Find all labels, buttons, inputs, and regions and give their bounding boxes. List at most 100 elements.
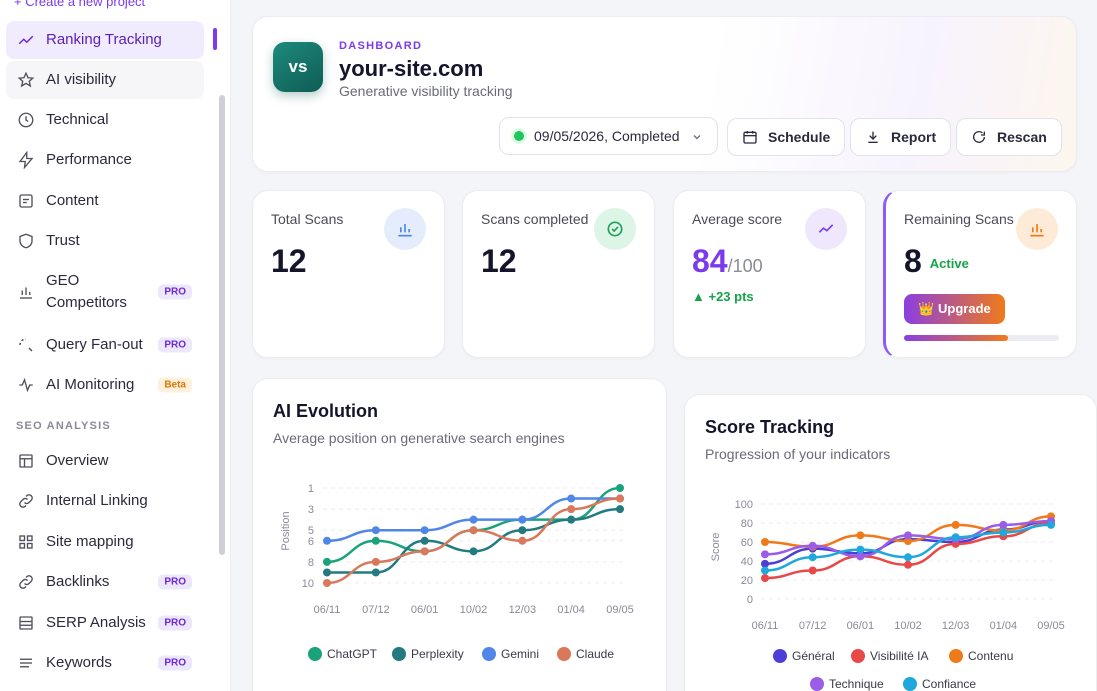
legend-marker [810,677,824,691]
score-delta: ▲ +23 pts [692,289,754,304]
rescan-button[interactable]: Rescan [956,118,1062,156]
usage-bar-track [904,335,1059,341]
stat-label: Total Scans [271,211,344,227]
legend-marker [392,647,406,661]
bolt-icon [16,150,36,170]
data-point [567,505,576,514]
data-point [469,547,478,556]
y-tick-label: 3 [308,504,314,516]
sidebar-item-label: Internal Linking [46,492,148,509]
y-tick-label: 8 [308,557,314,569]
sidebar-item-label: Backlinks [46,573,110,590]
x-tick-label: 12/03 [509,604,537,616]
create-project-link[interactable]: + Create a new project [14,0,145,9]
x-tick-label: 09/05 [1037,620,1065,632]
sidebar-item-ai-visibility[interactable]: AI visibility [6,61,204,99]
x-tick-label: 06/11 [752,620,779,632]
data-point [518,526,527,535]
sidebar-item-label: Query Fan-out [46,336,143,353]
x-tick-label: 06/01 [847,620,875,632]
report-button[interactable]: Report [850,118,952,156]
usage-bar-fill [904,335,1008,341]
stat-card-scans-completed: Scans completed 12 [462,190,655,358]
data-point [1047,520,1055,529]
sidebar-item-label: AI Monitoring [46,376,135,393]
rescan-label: Rescan [997,129,1047,145]
data-point [999,520,1008,529]
data-point [420,536,429,545]
sidebar-item-label: Keywords [46,654,112,671]
sidebar-item-content[interactable]: Content [6,182,204,220]
sidebar-item-trust[interactable]: Trust [6,222,204,260]
page-subtitle: Generative visibility tracking [339,83,513,99]
section-title-seo-analysis: SEO ANALYSIS [16,420,111,432]
ai-evolution-card: AI Evolution Average position on generat… [252,378,667,691]
x-tick-label: 12/03 [942,620,970,632]
pro-badge: PRO [158,655,192,671]
x-tick-label: 10/02 [894,620,922,632]
y-tick-label: 100 [735,499,753,511]
x-tick-label: 07/12 [799,620,827,632]
y-axis-label: Score [710,533,722,562]
legend-label: Contenu [968,649,1013,663]
sitemap-icon [16,532,36,552]
data-point [761,550,769,559]
stat-value: 12 [271,243,307,279]
x-tick-label: 01/04 [557,604,585,616]
sidebar-item-site-mapping[interactable]: Site mapping [6,523,204,561]
legend-marker [903,677,917,691]
list-icon [16,653,36,673]
average-score-value: 84/100 [692,243,763,280]
legend-marker [773,649,787,663]
report-label: Report [891,129,937,145]
x-tick-label: 06/01 [411,604,439,616]
y-tick-label: 0 [747,594,753,606]
sidebar-item-performance[interactable]: Performance [6,141,204,179]
trend-icon [805,208,847,250]
y-tick-label: 80 [741,518,753,530]
legend-marker [557,647,571,661]
sidebar-item-overview[interactable]: Overview [6,442,204,480]
sidebar-item-query-fan-out[interactable]: Query Fan-out PRO [6,326,204,364]
sidebar-item-technical[interactable]: Technical [6,101,204,139]
bar-chart-icon [1016,208,1058,250]
data-point [323,557,331,566]
data-point [951,533,960,542]
sidebar-item-serp-analysis[interactable]: SERP Analysis PRO [6,604,204,642]
clock-icon [16,110,36,130]
stat-value: 12 [481,243,517,279]
data-point [904,553,912,562]
data-point [420,526,429,535]
sidebar-item-geo-competitors[interactable]: GEO Competitors PRO [6,266,204,318]
document-icon [16,191,36,211]
sidebar-item-keywords[interactable]: Keywords PRO [6,644,204,682]
legend-label: Perplexity [411,647,464,661]
stat-label: Scans completed [481,211,589,227]
upgrade-button[interactable]: 👑 Upgrade [904,294,1005,324]
sidebar-item-ai-monitoring[interactable]: AI Monitoring Beta [6,366,204,404]
data-point [761,574,769,583]
sidebar-item-label: AI visibility [46,71,117,88]
x-tick-label: 06/11 [314,604,341,616]
score-max: /100 [727,256,763,276]
score-tracking-card: Score Tracking Progression of your indic… [684,394,1097,691]
data-point [616,494,624,503]
legend-label: Technique [829,677,884,691]
legend-label: Général [792,649,835,663]
shield-icon [16,231,36,251]
data-point [323,568,331,577]
data-point [469,526,478,535]
scan-select[interactable]: 09/05/2026, Completed [499,117,718,155]
sidebar-item-label: Technical [46,111,109,128]
sidebar-item-backlinks[interactable]: Backlinks PRO [6,563,204,601]
legend-label: ChatGPT [327,647,378,661]
chevron-down-icon [691,130,703,146]
sidebar-item-internal-linking[interactable]: Internal Linking [6,482,204,520]
data-point [567,494,576,503]
schedule-button[interactable]: Schedule [727,118,846,156]
bar-chart-icon [384,208,426,250]
pro-badge: PRO [158,615,192,631]
dashboard-eyebrow: DASHBOARD [339,40,423,52]
sidebar-item-ranking-tracking[interactable]: Ranking Tracking [6,21,204,59]
sidebar-scrollbar[interactable] [219,95,225,555]
